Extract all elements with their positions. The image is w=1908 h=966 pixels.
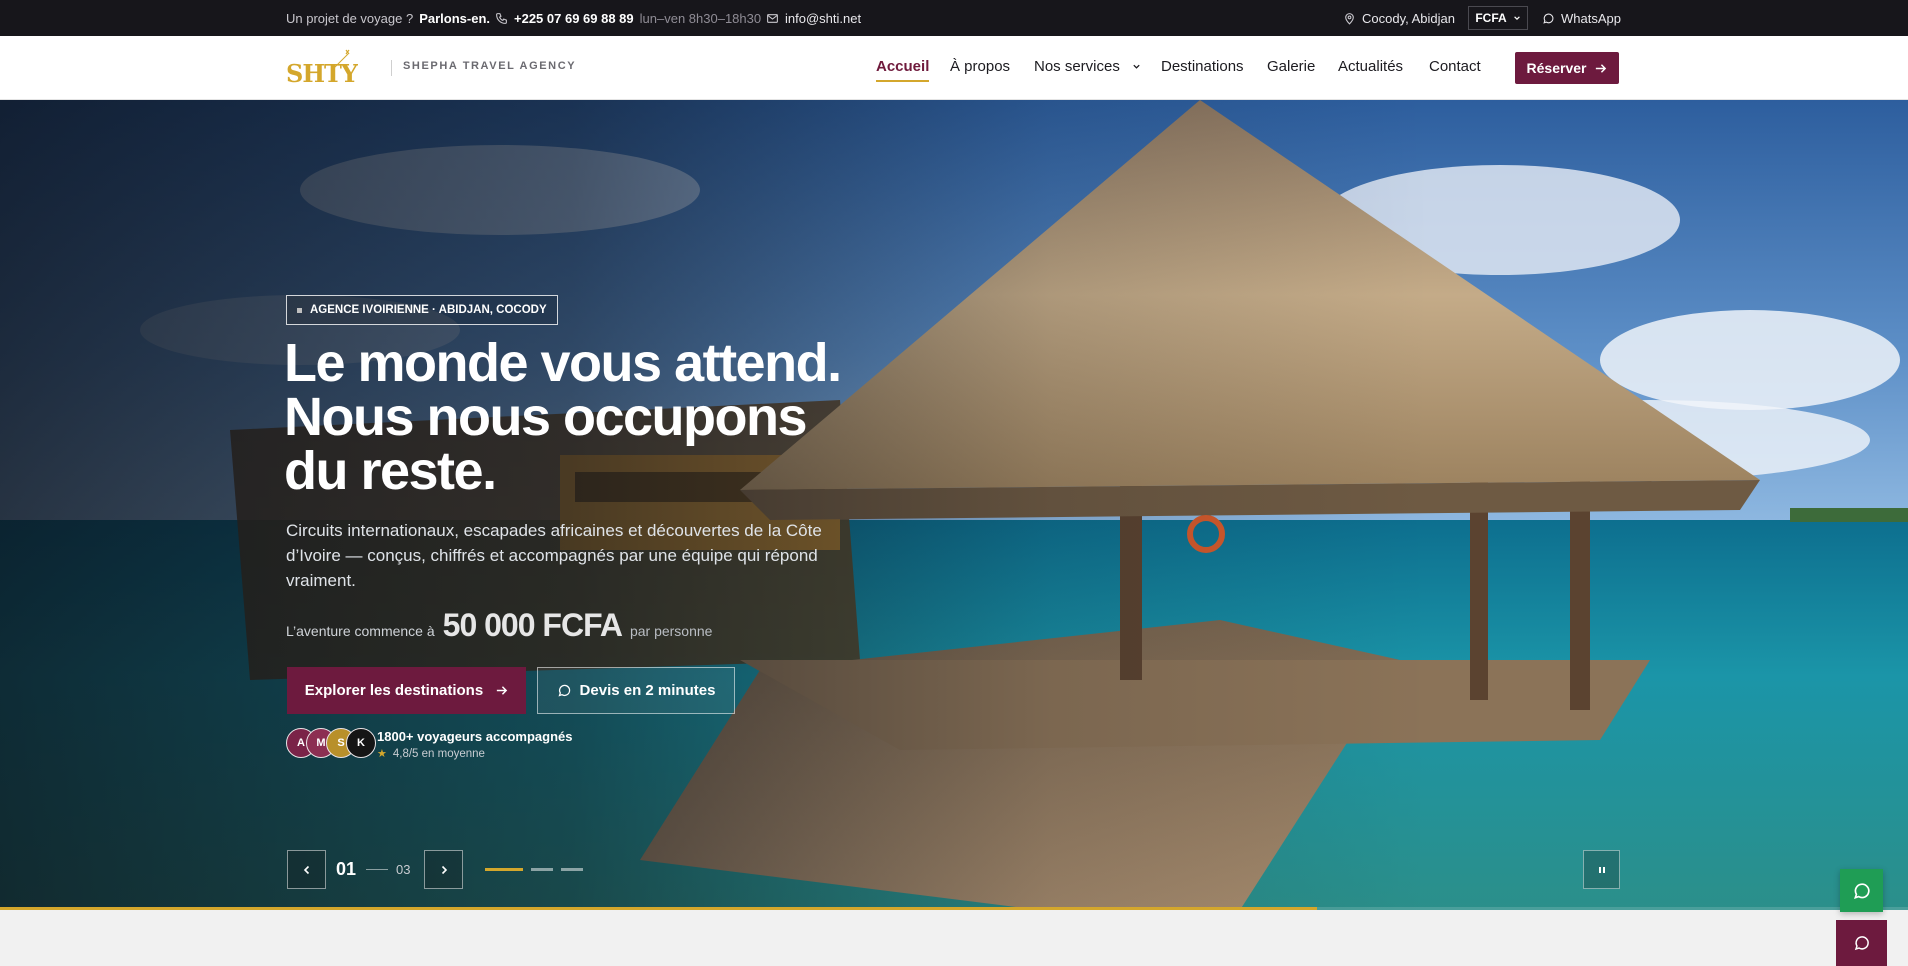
star-icon: ★ (377, 748, 387, 760)
nav-item-contact[interactable]: Contact (1429, 58, 1481, 75)
location-badge: AGENCE IVOIRIENNE · ABIDJAN, COCODY (286, 295, 558, 325)
location-badge-text: AGENCE IVOIRIENNE · ABIDJAN, COCODY (310, 304, 547, 316)
currency-value: FCFA (1475, 11, 1507, 25)
starting-price: L’aventure commence à 50 000 FCFA par pe… (286, 607, 712, 644)
price-prefix: L’aventure commence à (286, 623, 435, 639)
next-slide-button[interactable] (424, 850, 463, 889)
pause-slideshow-button[interactable] (1583, 850, 1620, 889)
email-address[interactable]: info@shti.net (785, 11, 861, 26)
location-info: Cocody, Abidjan (1343, 0, 1455, 36)
previous-slide-button[interactable] (287, 850, 326, 889)
arrow-right-icon (497, 686, 508, 695)
avatar: K (346, 728, 376, 758)
chevron-down-icon (1513, 16, 1520, 21)
top-utility-bar: Un projet de voyage ? Parlons-en. +225 0… (0, 0, 1908, 36)
nav-item-galerie[interactable]: Galerie (1267, 58, 1315, 75)
slide-progress-fill (0, 907, 1317, 910)
whatsapp-icon (558, 684, 570, 697)
location-text: Cocody, Abidjan (1362, 10, 1455, 26)
traveler-avatars: A M S K (286, 728, 378, 758)
nav-item-accueil[interactable]: Accueil (876, 58, 930, 82)
quote-button-label: Devis en 2 minutes (579, 682, 716, 699)
slide-progress-bar (0, 907, 1908, 910)
explore-destinations-label: Explorer les destinations (304, 682, 484, 699)
whatsapp-label[interactable]: WhatsApp (1561, 11, 1621, 26)
chevron-down-icon (1133, 64, 1140, 69)
nav-item-a-propos[interactable]: À propos (950, 58, 1010, 75)
explore-destinations-button[interactable]: Explorer les destinations (287, 667, 526, 714)
hero-headline: Le monde vous attend. Nous nous occupons… (284, 336, 904, 498)
chat-bubble-icon (1854, 936, 1869, 951)
contact-prompt: Un projet de voyage ? Parlons-en. (286, 0, 490, 36)
currency-selector[interactable]: FCFA (1468, 6, 1528, 30)
main-nav: Accueil À propos Nos services Destinatio… (0, 36, 1908, 100)
pause-icon (1598, 866, 1605, 873)
nav-item-nos-services[interactable]: Nos services (1034, 58, 1141, 75)
contact-prompt-text: Un projet de voyage ? (286, 10, 414, 26)
headline-line: du reste. (284, 441, 497, 501)
email-contact[interactable]: info@shti.net (766, 0, 861, 36)
average-rating-text: 4,8/5 en moyenne (392, 747, 485, 760)
nav-item-destinations[interactable]: Destinations (1161, 58, 1244, 75)
slide-dot-2[interactable] (531, 868, 553, 871)
arrow-right-icon (1596, 63, 1607, 73)
square-bullet-icon (297, 307, 302, 313)
reserve-button[interactable]: Réserver (1515, 52, 1619, 84)
phone-number[interactable]: +225 07 69 69 88 89 (514, 11, 634, 26)
price-suffix: par personne (629, 623, 713, 639)
hero-slider: AGENCE IVOIRIENNE · ABIDJAN, COCODY Le m… (0, 100, 1908, 910)
quote-button[interactable]: Devis en 2 minutes (537, 667, 735, 714)
nav-item-nos-services-label: Nos services (1034, 58, 1120, 75)
office-hours: lun–ven 8h30–18h30 (639, 10, 762, 26)
contact-prompt-link[interactable]: Parlons-en. (419, 11, 490, 26)
mail-icon (767, 13, 778, 23)
slide-current: 01 (336, 859, 357, 879)
reserve-button-label: Réserver (1526, 60, 1587, 76)
nav-item-actualites[interactable]: Actualités (1338, 58, 1403, 75)
map-pin-icon (1345, 12, 1354, 25)
headline-line: Nous nous occupons (284, 387, 808, 447)
whatsapp-icon (1543, 13, 1554, 24)
chevron-left-icon (303, 865, 309, 874)
average-rating: ★ 4,8/5 en moyenne (377, 747, 485, 761)
slide-counter-divider (366, 869, 388, 870)
slide-total: 03 (396, 862, 411, 877)
whatsapp-icon (1853, 882, 1870, 899)
chevron-right-icon (441, 865, 447, 874)
floating-whatsapp-button[interactable] (1840, 869, 1883, 912)
hero-overlay (0, 100, 1908, 910)
phone-contact[interactable]: +225 07 69 69 88 89 lun–ven 8h30–18h30 (495, 0, 761, 36)
slide-dot-1[interactable] (485, 868, 523, 871)
hero-description: Circuits internationaux, escapades afric… (286, 521, 822, 590)
whatsapp-link[interactable]: WhatsApp (1542, 0, 1621, 36)
headline-line: Le monde vous attend. (284, 333, 842, 393)
chat-button[interactable] (1836, 920, 1887, 966)
price-amount: 50 000 FCFA (442, 607, 623, 643)
slide-dot-3[interactable] (561, 868, 583, 871)
main-header: SHTY SHEPHA TRAVEL AGENCY Accueil À prop… (0, 36, 1908, 100)
travelers-count: 1800+ voyageurs accompagnés (377, 729, 573, 744)
phone-icon (496, 12, 507, 24)
